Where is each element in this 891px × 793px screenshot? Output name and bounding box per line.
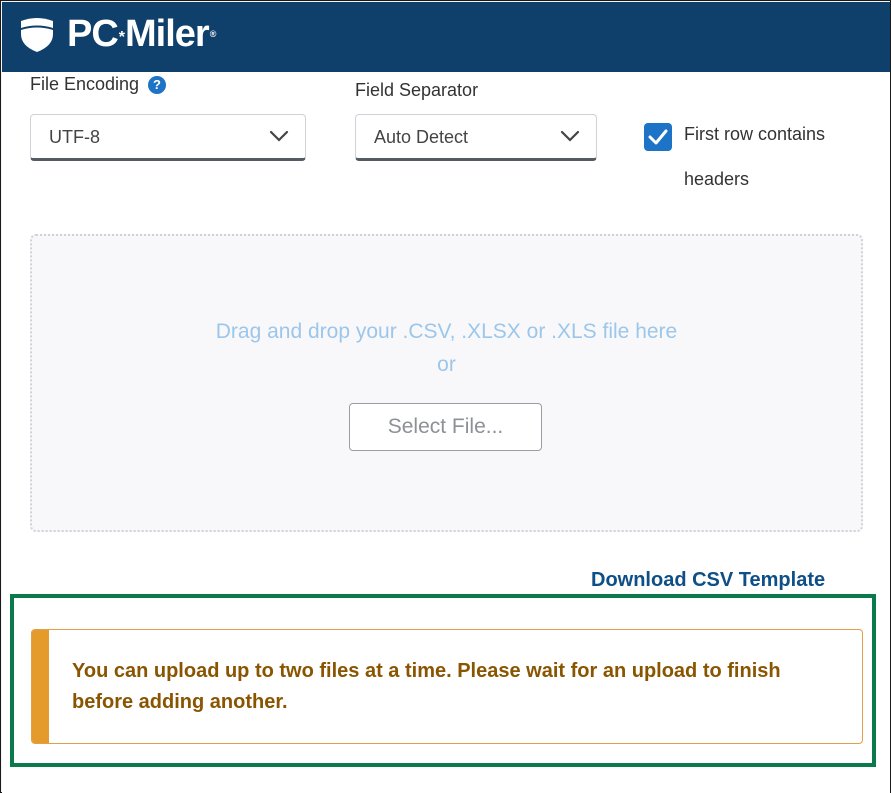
checkmark-icon xyxy=(648,129,668,145)
app-header: PC*Miler® xyxy=(2,2,890,72)
dropzone-or-text: or xyxy=(437,353,456,376)
select-file-button[interactable]: Select File... xyxy=(349,403,542,451)
logo-wordmark: PC*Miler® xyxy=(67,13,216,55)
pcmiler-logo[interactable]: PC*Miler® xyxy=(19,13,216,55)
dropzone-instruction: Drag and drop your .CSV, .XLSX or .XLS f… xyxy=(215,320,678,343)
field-separator-label: Field Separator xyxy=(355,80,479,100)
upload-limit-alert: You can upload up to two files at a time… xyxy=(31,629,863,744)
field-separator-select[interactable]: Auto Detect xyxy=(355,114,597,161)
file-encoding-select[interactable]: UTF-8 xyxy=(30,114,306,161)
first-row-headers-checkbox[interactable] xyxy=(644,123,672,151)
chevron-down-icon xyxy=(560,129,580,147)
chevron-down-icon xyxy=(269,129,289,147)
file-encoding-value: UTF-8 xyxy=(49,127,100,147)
file-encoding-label: File Encoding xyxy=(30,74,140,94)
question-circle-icon[interactable]: ? xyxy=(148,76,166,94)
shield-icon xyxy=(19,16,55,52)
download-csv-template-link[interactable]: Download CSV Template xyxy=(591,569,825,592)
field-separator-value: Auto Detect xyxy=(374,127,469,147)
alert-accent-bar xyxy=(32,630,49,743)
file-dropzone[interactable]: Drag and drop your .CSV, .XLSX or .XLS f… xyxy=(30,234,863,532)
alert-message: You can upload up to two files at a time… xyxy=(72,660,781,713)
app-window: PC*Miler® File Encoding ? Field Separato… xyxy=(0,0,891,793)
first-row-headers-label[interactable]: First row contains headers xyxy=(684,112,854,202)
